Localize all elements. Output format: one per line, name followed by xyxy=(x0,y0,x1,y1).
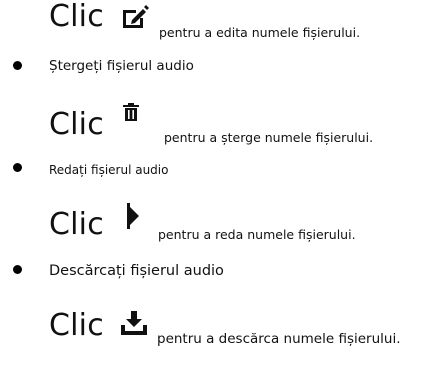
clic-label-play: Clic xyxy=(49,207,104,242)
bullet-delete-audio: Ștergeți fișierul audio xyxy=(49,58,194,74)
edit-icon xyxy=(121,4,149,30)
bullet-download-audio: Descărcați fișierul audio xyxy=(49,263,224,279)
bullet xyxy=(13,163,22,172)
delete-description: pentru a șterge numele fișierului. xyxy=(164,130,374,145)
clic-label-download: Clic xyxy=(49,308,104,343)
download-icon xyxy=(121,311,147,335)
clic-label-delete: Clic xyxy=(49,107,104,142)
bullet xyxy=(13,61,22,70)
play-description: pentru a reda numele fișierului. xyxy=(158,227,356,242)
bullet xyxy=(13,265,22,274)
clic-label-edit: Clic xyxy=(49,0,104,34)
download-description: pentru a descărca numele fișierului. xyxy=(157,331,401,347)
play-icon xyxy=(125,203,141,229)
edit-description: pentru a edita numele fișierului. xyxy=(159,25,361,40)
bullet-play-audio: Redați fișierul audio xyxy=(49,163,169,177)
trash-icon xyxy=(122,103,140,121)
